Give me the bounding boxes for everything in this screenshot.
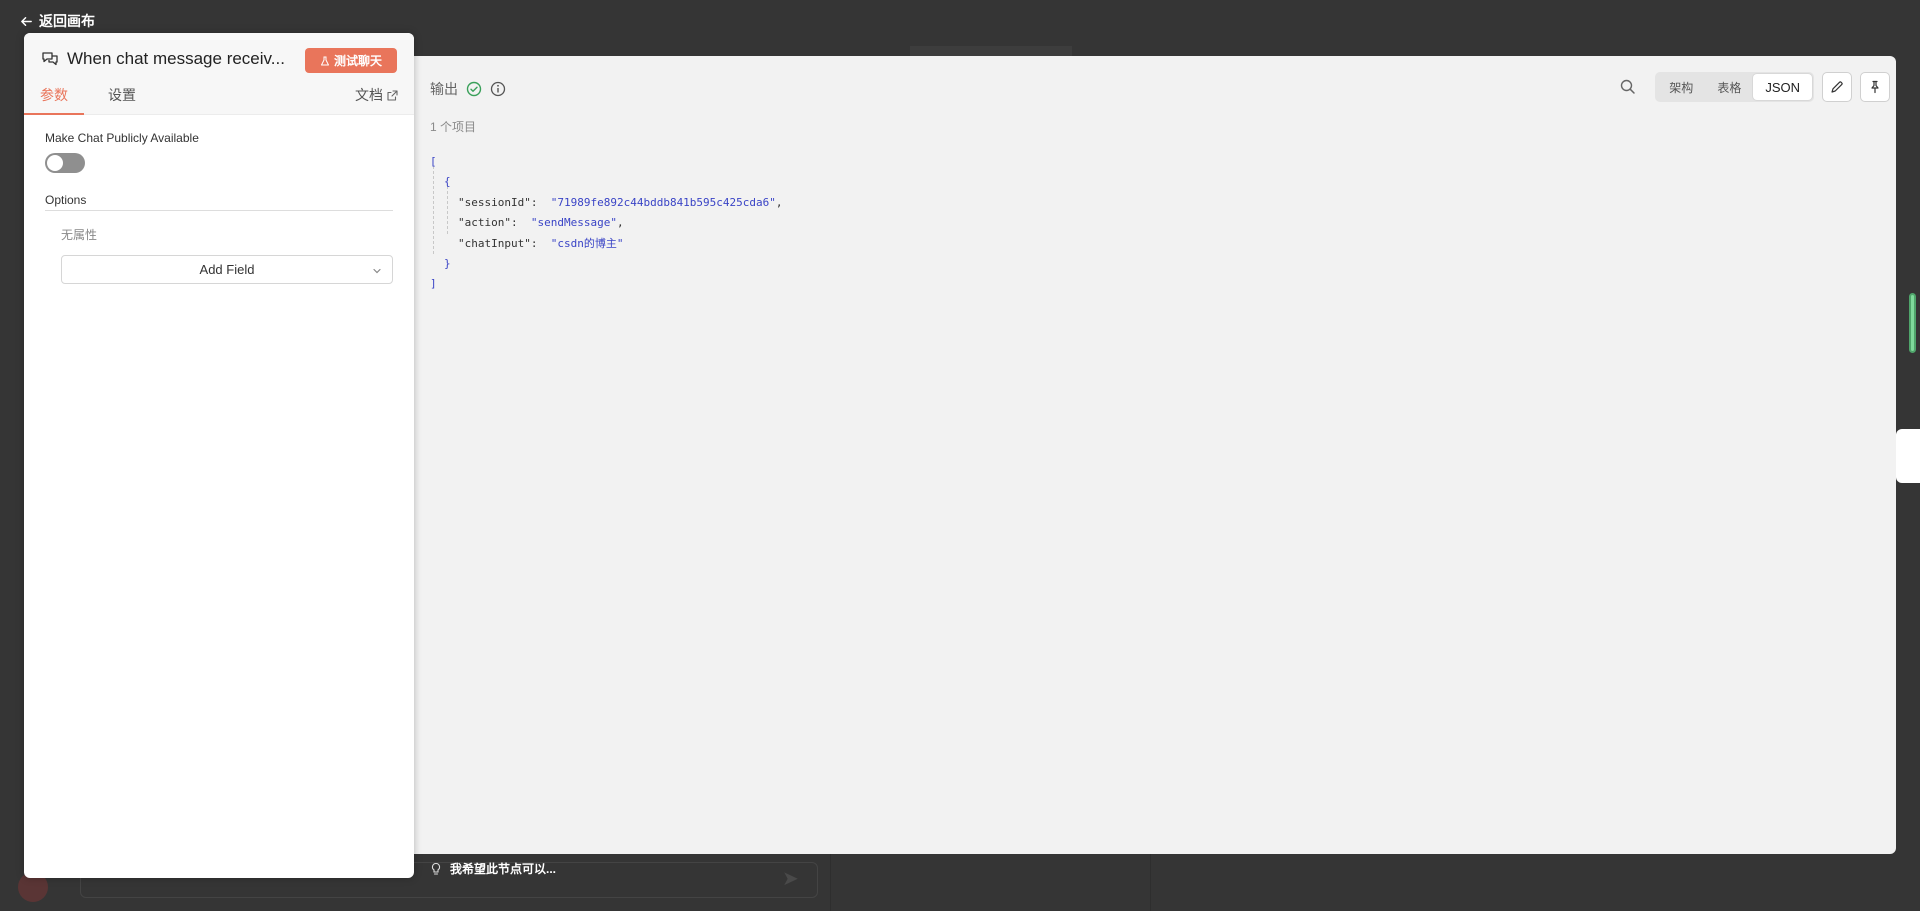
node-parameters-panel: When chat message receiv... 测试聊天 参数 设置 文… <box>24 33 414 878</box>
add-field-label: Add Field <box>199 262 255 277</box>
docs-link[interactable]: 文档 <box>355 85 398 105</box>
lightbulb-icon <box>431 862 441 875</box>
pin-icon <box>1871 80 1879 94</box>
external-link-icon <box>387 89 398 101</box>
divider <box>45 210 393 211</box>
flask-icon <box>320 56 329 65</box>
json-line: "action": "sendMessage", <box>458 216 624 230</box>
json-key: "sessionId" <box>458 195 531 209</box>
info-icon[interactable] <box>490 81 506 97</box>
node-header: When chat message receiv... 测试聊天 参数 设置 文… <box>24 33 414 115</box>
json-line: } <box>430 254 783 274</box>
json-close-brace: } <box>444 256 451 270</box>
chevron-down-icon <box>373 268 381 274</box>
json-line: [ <box>430 152 783 172</box>
node-title[interactable]: When chat message receiv... <box>67 49 295 69</box>
json-key: "action" <box>458 216 511 230</box>
arrow-left-icon <box>21 16 32 26</box>
toggle-knob <box>47 155 63 171</box>
back-to-canvas-link[interactable]: 返回画布 <box>20 12 95 30</box>
options-title: Options <box>45 193 87 207</box>
back-label: 返回画布 <box>39 13 95 29</box>
json-value: "71989fe892c44bddb841b595c425cda6" <box>550 195 776 209</box>
search-icon[interactable] <box>1619 78 1637 96</box>
pin-data-button[interactable] <box>1860 72 1890 102</box>
tab-settings[interactable]: 设置 <box>102 85 142 115</box>
node-tabs: 参数 设置 文档 <box>24 83 414 115</box>
json-open-brace: { <box>444 175 451 189</box>
test-chat-label: 测试聊天 <box>333 54 382 68</box>
output-panel: 输出 1 个项目 架构 表格 JSON [ { "sessionId": "71… <box>380 56 1896 854</box>
public-chat-label: Make Chat Publicly Available <box>45 131 199 145</box>
canvas-divider <box>830 854 831 911</box>
add-field-dropdown[interactable]: Add Field <box>61 255 393 284</box>
json-key: "chatInput" <box>458 236 531 250</box>
json-open-bracket: [ <box>430 155 437 168</box>
json-value: "csdn的博主" <box>550 236 624 250</box>
pencil-icon <box>1831 81 1843 93</box>
scroll-indicator[interactable] <box>1909 293 1916 353</box>
canvas-divider <box>1150 854 1151 911</box>
json-view: [ { "sessionId": "71989fe892c44bddb841b5… <box>430 152 783 295</box>
side-panel-toggle-button[interactable] <box>1896 429 1920 483</box>
json-comma: , <box>775 195 783 209</box>
docs-label: 文档 <box>355 87 383 103</box>
json-value: "sendMessage" <box>530 216 617 230</box>
tab-parameters[interactable]: 参数 <box>24 85 84 115</box>
json-line: "sessionId": "71989fe892c44bddb841b595c4… <box>458 195 783 209</box>
item-count: 1 个项目 <box>430 120 477 134</box>
json-line: { <box>430 172 783 192</box>
check-circle-icon <box>466 81 482 97</box>
test-chat-button[interactable]: 测试聊天 <box>305 48 397 73</box>
output-toolbar: 架构 表格 JSON <box>1619 72 1890 102</box>
send-icon[interactable]: ➤ <box>782 866 804 890</box>
view-schema-button[interactable]: 架构 <box>1657 74 1705 100</box>
chat-bubbles-icon <box>42 52 58 66</box>
output-title: 输出 <box>430 81 458 97</box>
prompt-hint-text: 我希望此节点可以... <box>450 862 557 876</box>
json-comma: , <box>616 216 624 230</box>
edit-output-button[interactable] <box>1822 72 1852 102</box>
no-properties-text: 无属性 <box>61 228 98 242</box>
public-chat-toggle[interactable] <box>45 153 85 173</box>
ai-prompt-hint[interactable]: 我希望此节点可以... <box>430 860 556 877</box>
output-header: 输出 <box>430 76 506 102</box>
view-table-button[interactable]: 表格 <box>1705 74 1753 100</box>
view-json-button[interactable]: JSON <box>1753 74 1812 100</box>
view-mode-switch: 架构 表格 JSON <box>1655 72 1814 102</box>
json-line: "chatInput": "csdn的博主" <box>458 236 624 250</box>
json-close-bracket: ] <box>430 277 437 291</box>
json-line: ] <box>430 274 783 294</box>
